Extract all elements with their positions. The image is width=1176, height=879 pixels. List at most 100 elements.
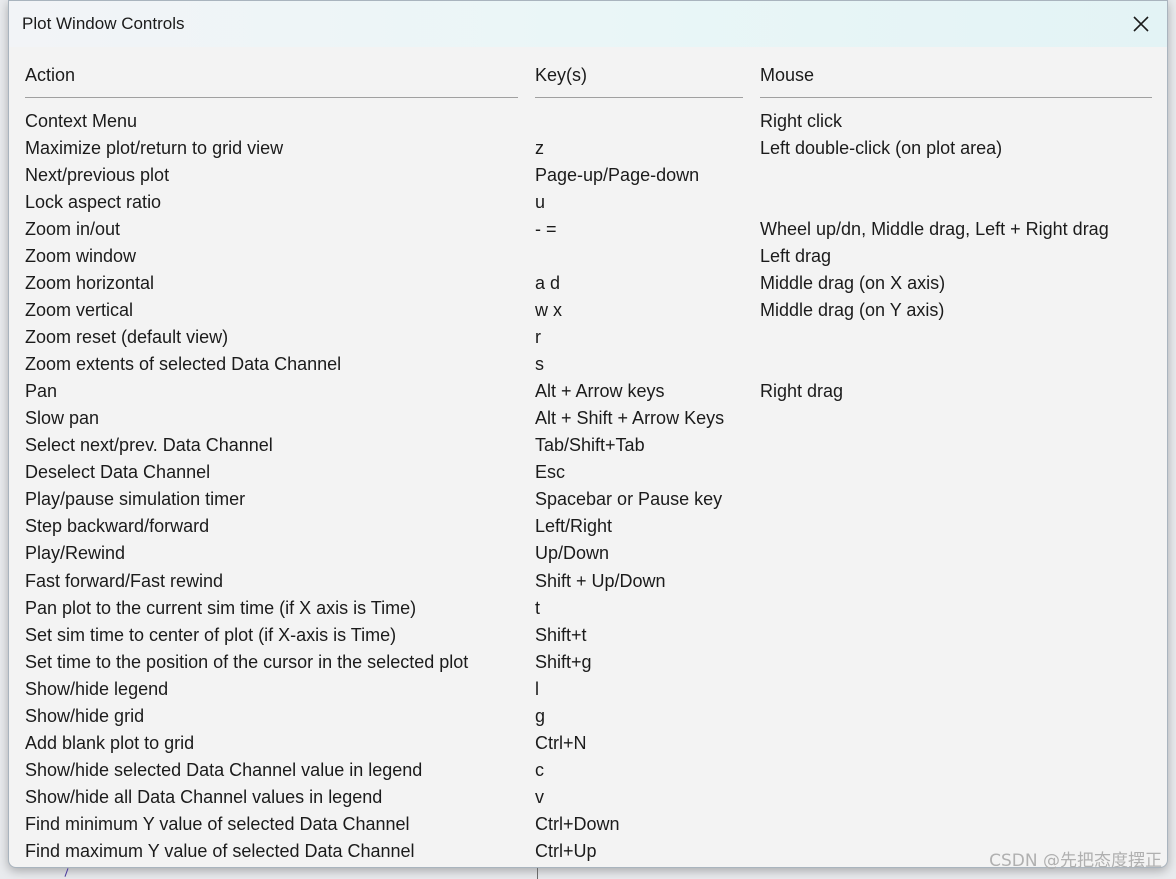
table-row: Lock aspect ratio u <box>9 191 1159 218</box>
table-row: Zoom reset (default view) r <box>9 326 1159 353</box>
row-action-cell: Show/hide legend <box>25 678 169 699</box>
table-row: Add blank plot to grid Ctrl+N <box>9 732 1159 759</box>
row-keys-cell: c <box>535 759 544 780</box>
row-action-cell: Zoom extents of selected Data Channel <box>25 354 342 375</box>
row-keys-cell: w x <box>535 300 562 321</box>
row-action-cell: Zoom reset (default view) <box>25 327 229 348</box>
table-row: Step backward/forward Left/Right <box>9 515 1159 542</box>
row-action-cell: Maximize plot/return to grid view <box>25 138 284 159</box>
table-row: Show/hide grid g <box>9 705 1159 732</box>
close-icon <box>1133 16 1149 32</box>
row-mouse-cell: Wheel up/dn, Middle drag, Left + Right d… <box>760 219 1109 240</box>
table-row: Slow pan Alt + Shift + Arrow Keys <box>9 407 1159 434</box>
row-action-cell: Pan <box>25 381 58 402</box>
window-title: Plot Window Controls <box>22 14 185 33</box>
row-keys-cell: Up/Down <box>535 543 610 564</box>
table-row: Zoom horizontal a d Middle drag (on X axis… <box>9 272 1159 299</box>
row-keys-cell: Page-up/Page-down <box>535 165 700 186</box>
row-action-cell: Zoom window <box>25 246 137 267</box>
row-mouse-cell: Middle drag (on Y axis) <box>760 300 945 321</box>
background-plot-mark-bottom <box>64 868 69 877</box>
plot-window-controls-dialog: Plot Window Controls Action Key(s) Mouse… <box>8 0 1168 868</box>
row-mouse-cell: Left drag <box>760 246 832 267</box>
table-row: Find minimum Y value of selected Data Ch… <box>9 813 1159 840</box>
row-keys-cell: Esc <box>535 462 566 483</box>
row-keys-cell: r <box>535 327 541 348</box>
row-action-cell: Play/Rewind <box>25 543 126 564</box>
row-action-cell: Show/hide selected Data Channel value in… <box>25 759 423 780</box>
row-keys-cell: s <box>535 354 544 375</box>
row-action-cell: Find maximum Y value of selected Data Ch… <box>25 840 415 861</box>
background-plot-line-bottom <box>537 868 538 879</box>
table-row: Find maximum Y value of selected Data Ch… <box>9 840 1159 867</box>
close-button[interactable] <box>1117 1 1167 47</box>
table-row: Deselect Data Channel Esc <box>9 461 1159 488</box>
row-keys-cell: Alt + Shift + Arrow Keys <box>535 408 725 429</box>
row-keys-cell: g <box>535 705 546 726</box>
row-mouse-cell: Middle drag (on X axis) <box>760 273 946 294</box>
row-action-cell: Fast forward/Fast rewind <box>25 570 224 591</box>
column-header-rule-mouse <box>760 97 1152 98</box>
row-action-cell: Set sim time to center of plot (if X-axi… <box>25 624 397 645</box>
row-action-cell: Step backward/forward <box>25 516 210 537</box>
row-mouse-cell: Left double-click (on plot area) <box>760 138 1003 159</box>
row-action-cell: Zoom vertical <box>25 300 134 321</box>
table-row: Zoom extents of selected Data Channel s <box>9 353 1159 380</box>
row-action-cell: Find minimum Y value of selected Data Ch… <box>25 813 410 834</box>
row-keys-cell: Ctrl+N <box>535 732 587 753</box>
row-keys-cell: Spacebar or Pause key <box>535 489 723 510</box>
row-action-cell: Add blank plot to grid <box>25 732 195 753</box>
column-header-keys: Key(s) <box>535 65 588 85</box>
table-row: Show/hide selected Data Channel value in… <box>9 759 1159 786</box>
row-action-cell: Context Menu <box>25 111 138 131</box>
row-action-cell: Zoom horizontal <box>25 273 155 294</box>
row-keys-cell: l <box>535 678 539 699</box>
row-keys-cell: Left/Right <box>535 516 613 537</box>
row-keys-cell: Ctrl+Up <box>535 840 597 861</box>
table-row: Zoom in/out - = Wheel up/dn, Middle drag, … <box>9 218 1159 245</box>
title-bar: Plot Window Controls <box>9 1 1167 47</box>
table-row: Zoom vertical w x Middle drag (on Y axis) <box>9 299 1159 326</box>
row-action-cell: Pan plot to the current sim time (if X a… <box>25 597 417 618</box>
table-row: Context Menu Right click <box>9 110 1159 137</box>
column-header-rule-keys <box>535 97 743 98</box>
row-action-cell: Select next/prev. Data Channel <box>25 435 273 456</box>
row-keys-cell: Ctrl+Down <box>535 813 620 834</box>
table-row: Fast forward/Fast rewind Shift + Up/Down <box>9 570 1159 597</box>
table-row: Next/previous plot Page-up/Page-down <box>9 164 1159 191</box>
row-keys-cell: Shift + Up/Down <box>535 570 666 591</box>
table-row: Show/hide all Data Channel values in leg… <box>9 786 1159 813</box>
row-keys-cell: Shift+g <box>535 651 592 672</box>
table-row: Set time to the position of the cursor i… <box>9 651 1159 678</box>
row-keys-cell: Shift+t <box>535 624 587 645</box>
table-row: Maximize plot/return to grid view z Left d… <box>9 137 1159 164</box>
row-keys-cell: Alt + Arrow keys <box>535 381 665 402</box>
watermark: CSDN @先把态度摆正 <box>989 851 1162 871</box>
row-mouse-cell: Right click <box>760 111 843 131</box>
row-keys-cell: t <box>535 597 541 618</box>
column-header-mouse: Mouse <box>760 65 815 85</box>
table-row: Pan plot to the current sim time (if X a… <box>9 597 1159 624</box>
table-row: Show/hide legend l <box>9 678 1159 705</box>
row-action-cell: Zoom in/out <box>25 219 121 240</box>
row-mouse-cell: Right drag <box>760 381 844 402</box>
table-row: Pan Alt + Arrow keys Right drag <box>9 380 1159 407</box>
row-action-cell: Show/hide grid <box>25 705 145 726</box>
column-header-rule-action <box>25 97 518 98</box>
table-row: Set sim time to center of plot (if X-axi… <box>9 624 1159 651</box>
row-action-cell: Deselect Data Channel <box>25 462 211 483</box>
table-row: Play/pause simulation timer Spacebar or P… <box>9 488 1159 515</box>
row-action-cell: Play/pause simulation timer <box>25 489 246 510</box>
row-keys-cell: - = <box>535 219 557 240</box>
column-header-action: Action <box>25 65 76 85</box>
row-keys-cell: z <box>535 138 544 159</box>
table-row: Select next/prev. Data Channel Tab/Shift+… <box>9 434 1159 461</box>
row-action-cell: Slow pan <box>25 408 100 429</box>
row-keys-cell: a d <box>535 273 561 294</box>
row-keys-cell: u <box>535 192 546 213</box>
row-action-cell: Set time to the position of the cursor i… <box>25 651 469 672</box>
row-keys-cell: Tab/Shift+Tab <box>535 435 645 456</box>
row-action-cell: Show/hide all Data Channel values in leg… <box>25 786 383 807</box>
row-action-cell: Next/previous plot <box>25 165 170 186</box>
row-action-cell: Lock aspect ratio <box>25 192 162 213</box>
